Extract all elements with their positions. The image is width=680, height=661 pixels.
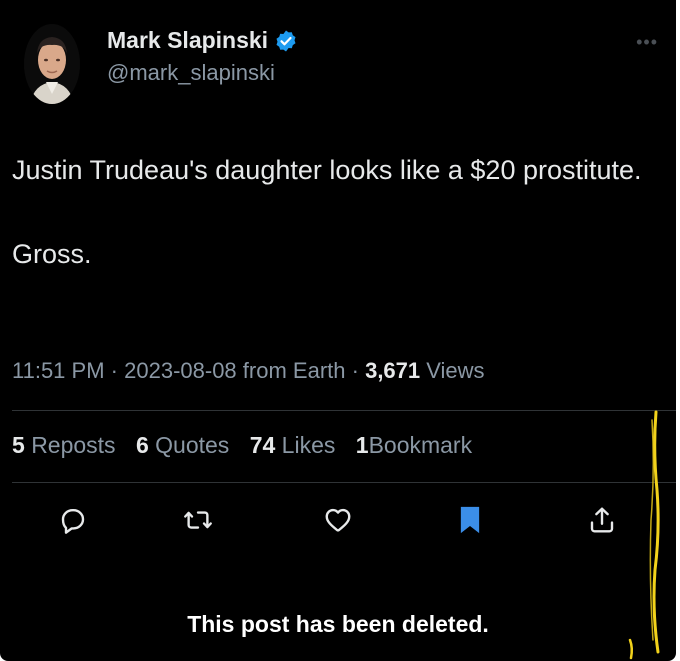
repost-button[interactable] [180,502,216,538]
quotes-label: Quotes [155,432,230,458]
quotes-count: 6 [135,432,149,458]
deleted-notice: This post has been deleted. [187,611,489,637]
user-handle[interactable]: @mark_slapinski [107,60,275,86]
post-time[interactable]: 11:51 PM [12,358,105,383]
verified-badge-icon [274,29,298,53]
like-icon [325,508,351,532]
display-name-text[interactable]: Mark Slapinski [107,27,268,54]
reposts-label: Reposts [31,432,116,458]
avatar-image [24,24,80,104]
post-text-line-1: Justin Trudeau's daughter looks like a $… [12,155,642,185]
post-card: Mark Slapinski @mark_slapinski ••• Justi… [0,0,676,661]
post-meta: 11:51 PM · 2023-08-08 from Earth · 3,671… [12,358,485,383]
views-count: 3,671 [365,358,421,383]
post-body: Justin Trudeau's daughter looks like a $… [12,150,652,274]
likes-label: Likes [281,432,336,458]
bookmarks-stat[interactable]: 1Bookmark [356,432,472,458]
yellow-annotation-scribble [628,410,660,660]
divider [12,482,676,483]
bookmarks-count: 1 [355,432,369,458]
display-name[interactable]: Mark Slapinski [107,27,298,54]
reposts-stat[interactable]: 5 Reposts [12,432,116,458]
share-button[interactable] [584,502,620,538]
reply-button[interactable] [55,502,91,538]
share-icon [590,507,614,533]
bookmarks-label: Bookmark [368,432,473,458]
likes-stat[interactable]: 74 Likes [250,432,336,458]
bookmark-button[interactable] [452,502,488,538]
reposts-count: 5 [12,432,25,458]
likes-count: 74 [249,432,276,458]
reply-icon [61,509,85,534]
more-options-icon[interactable]: ••• [636,32,658,53]
like-button[interactable] [320,502,356,538]
action-bar [0,502,676,542]
quotes-stat[interactable]: 6 Quotes [136,432,229,458]
post-stats: 5 Reposts 6 Quotes 74 Likes 1Bookmark [12,432,486,459]
post-text-line-2: Gross. [12,239,92,269]
bookmark-icon [460,506,480,534]
post-source: from Earth [242,358,346,383]
avatar[interactable] [24,24,80,104]
divider [12,410,676,411]
views-label: Views [426,358,485,383]
repost-icon [184,511,212,529]
post-date[interactable]: 2023-08-08 [124,358,237,383]
